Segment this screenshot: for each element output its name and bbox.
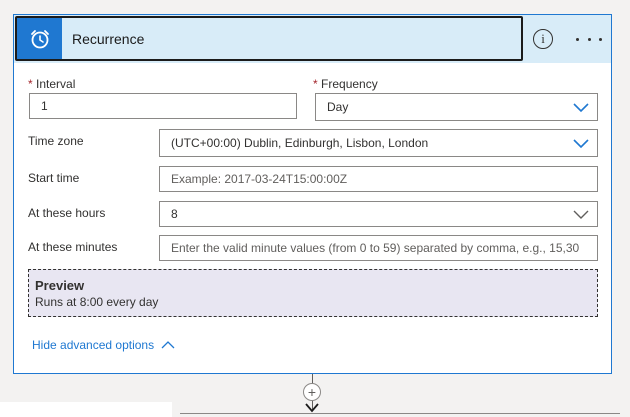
next-step-border bbox=[180, 413, 620, 414]
plus-glyph: + bbox=[307, 384, 317, 400]
minutes-input[interactable]: Enter the valid minute values (from 0 to… bbox=[159, 235, 598, 261]
add-step-plus-icon[interactable]: + bbox=[303, 383, 321, 401]
chevron-down-icon bbox=[573, 139, 589, 149]
card-title-bar[interactable]: Recurrence bbox=[15, 16, 523, 61]
time-zone-label: Time zone bbox=[28, 134, 84, 148]
dot bbox=[587, 37, 591, 41]
next-step-card-edge bbox=[0, 402, 172, 417]
more-options-icon[interactable] bbox=[576, 29, 602, 49]
card-title: Recurrence bbox=[72, 30, 145, 47]
interval-label-text: Interval bbox=[36, 77, 76, 91]
start-time-input[interactable]: Example: 2017-03-24T15:00:00Z bbox=[159, 166, 598, 192]
chevron-down-icon bbox=[573, 103, 589, 113]
minutes-placeholder: Enter the valid minute values (from 0 to… bbox=[171, 241, 580, 255]
time-zone-dropdown[interactable]: (UTC+00:00) Dublin, Edinburgh, Lisbon, L… bbox=[159, 129, 598, 157]
frequency-label-text: Frequency bbox=[321, 77, 378, 91]
hide-advanced-options-link[interactable]: Hide advanced options bbox=[32, 338, 175, 352]
interval-label: * Interval bbox=[28, 77, 75, 91]
preview-text: Runs at 8:00 every day bbox=[35, 295, 159, 309]
frequency-value: Day bbox=[327, 100, 349, 114]
dot bbox=[599, 37, 602, 41]
card-header: Recurrence i bbox=[14, 15, 611, 63]
start-time-label: Start time bbox=[28, 171, 80, 185]
alarm-clock-icon bbox=[17, 18, 62, 59]
chevron-up-icon bbox=[161, 341, 175, 349]
dot bbox=[576, 37, 579, 41]
frequency-label: * Frequency bbox=[313, 77, 378, 91]
hours-value: 8 bbox=[171, 207, 178, 221]
frequency-dropdown[interactable]: Day bbox=[315, 93, 598, 121]
interval-input[interactable]: 1 bbox=[29, 93, 297, 119]
start-time-placeholder: Example: 2017-03-24T15:00:00Z bbox=[171, 172, 348, 186]
interval-value: 1 bbox=[41, 99, 48, 113]
required-marker: * bbox=[313, 77, 318, 91]
preview-title: Preview bbox=[35, 278, 85, 293]
chevron-down-icon bbox=[573, 210, 589, 219]
recurrence-card: Recurrence i * Interval 1 * Frequency Da… bbox=[13, 14, 612, 374]
hours-dropdown[interactable]: 8 bbox=[159, 201, 598, 227]
schedule-preview: Preview Runs at 8:00 every day bbox=[28, 269, 598, 317]
required-marker: * bbox=[28, 77, 33, 91]
advanced-link-label: Hide advanced options bbox=[32, 338, 155, 352]
info-glyph: i bbox=[541, 31, 545, 46]
hours-label: At these hours bbox=[28, 206, 106, 220]
info-icon[interactable]: i bbox=[533, 29, 553, 49]
time-zone-value: (UTC+00:00) Dublin, Edinburgh, Lisbon, L… bbox=[171, 136, 429, 150]
minutes-label: At these minutes bbox=[28, 240, 118, 254]
